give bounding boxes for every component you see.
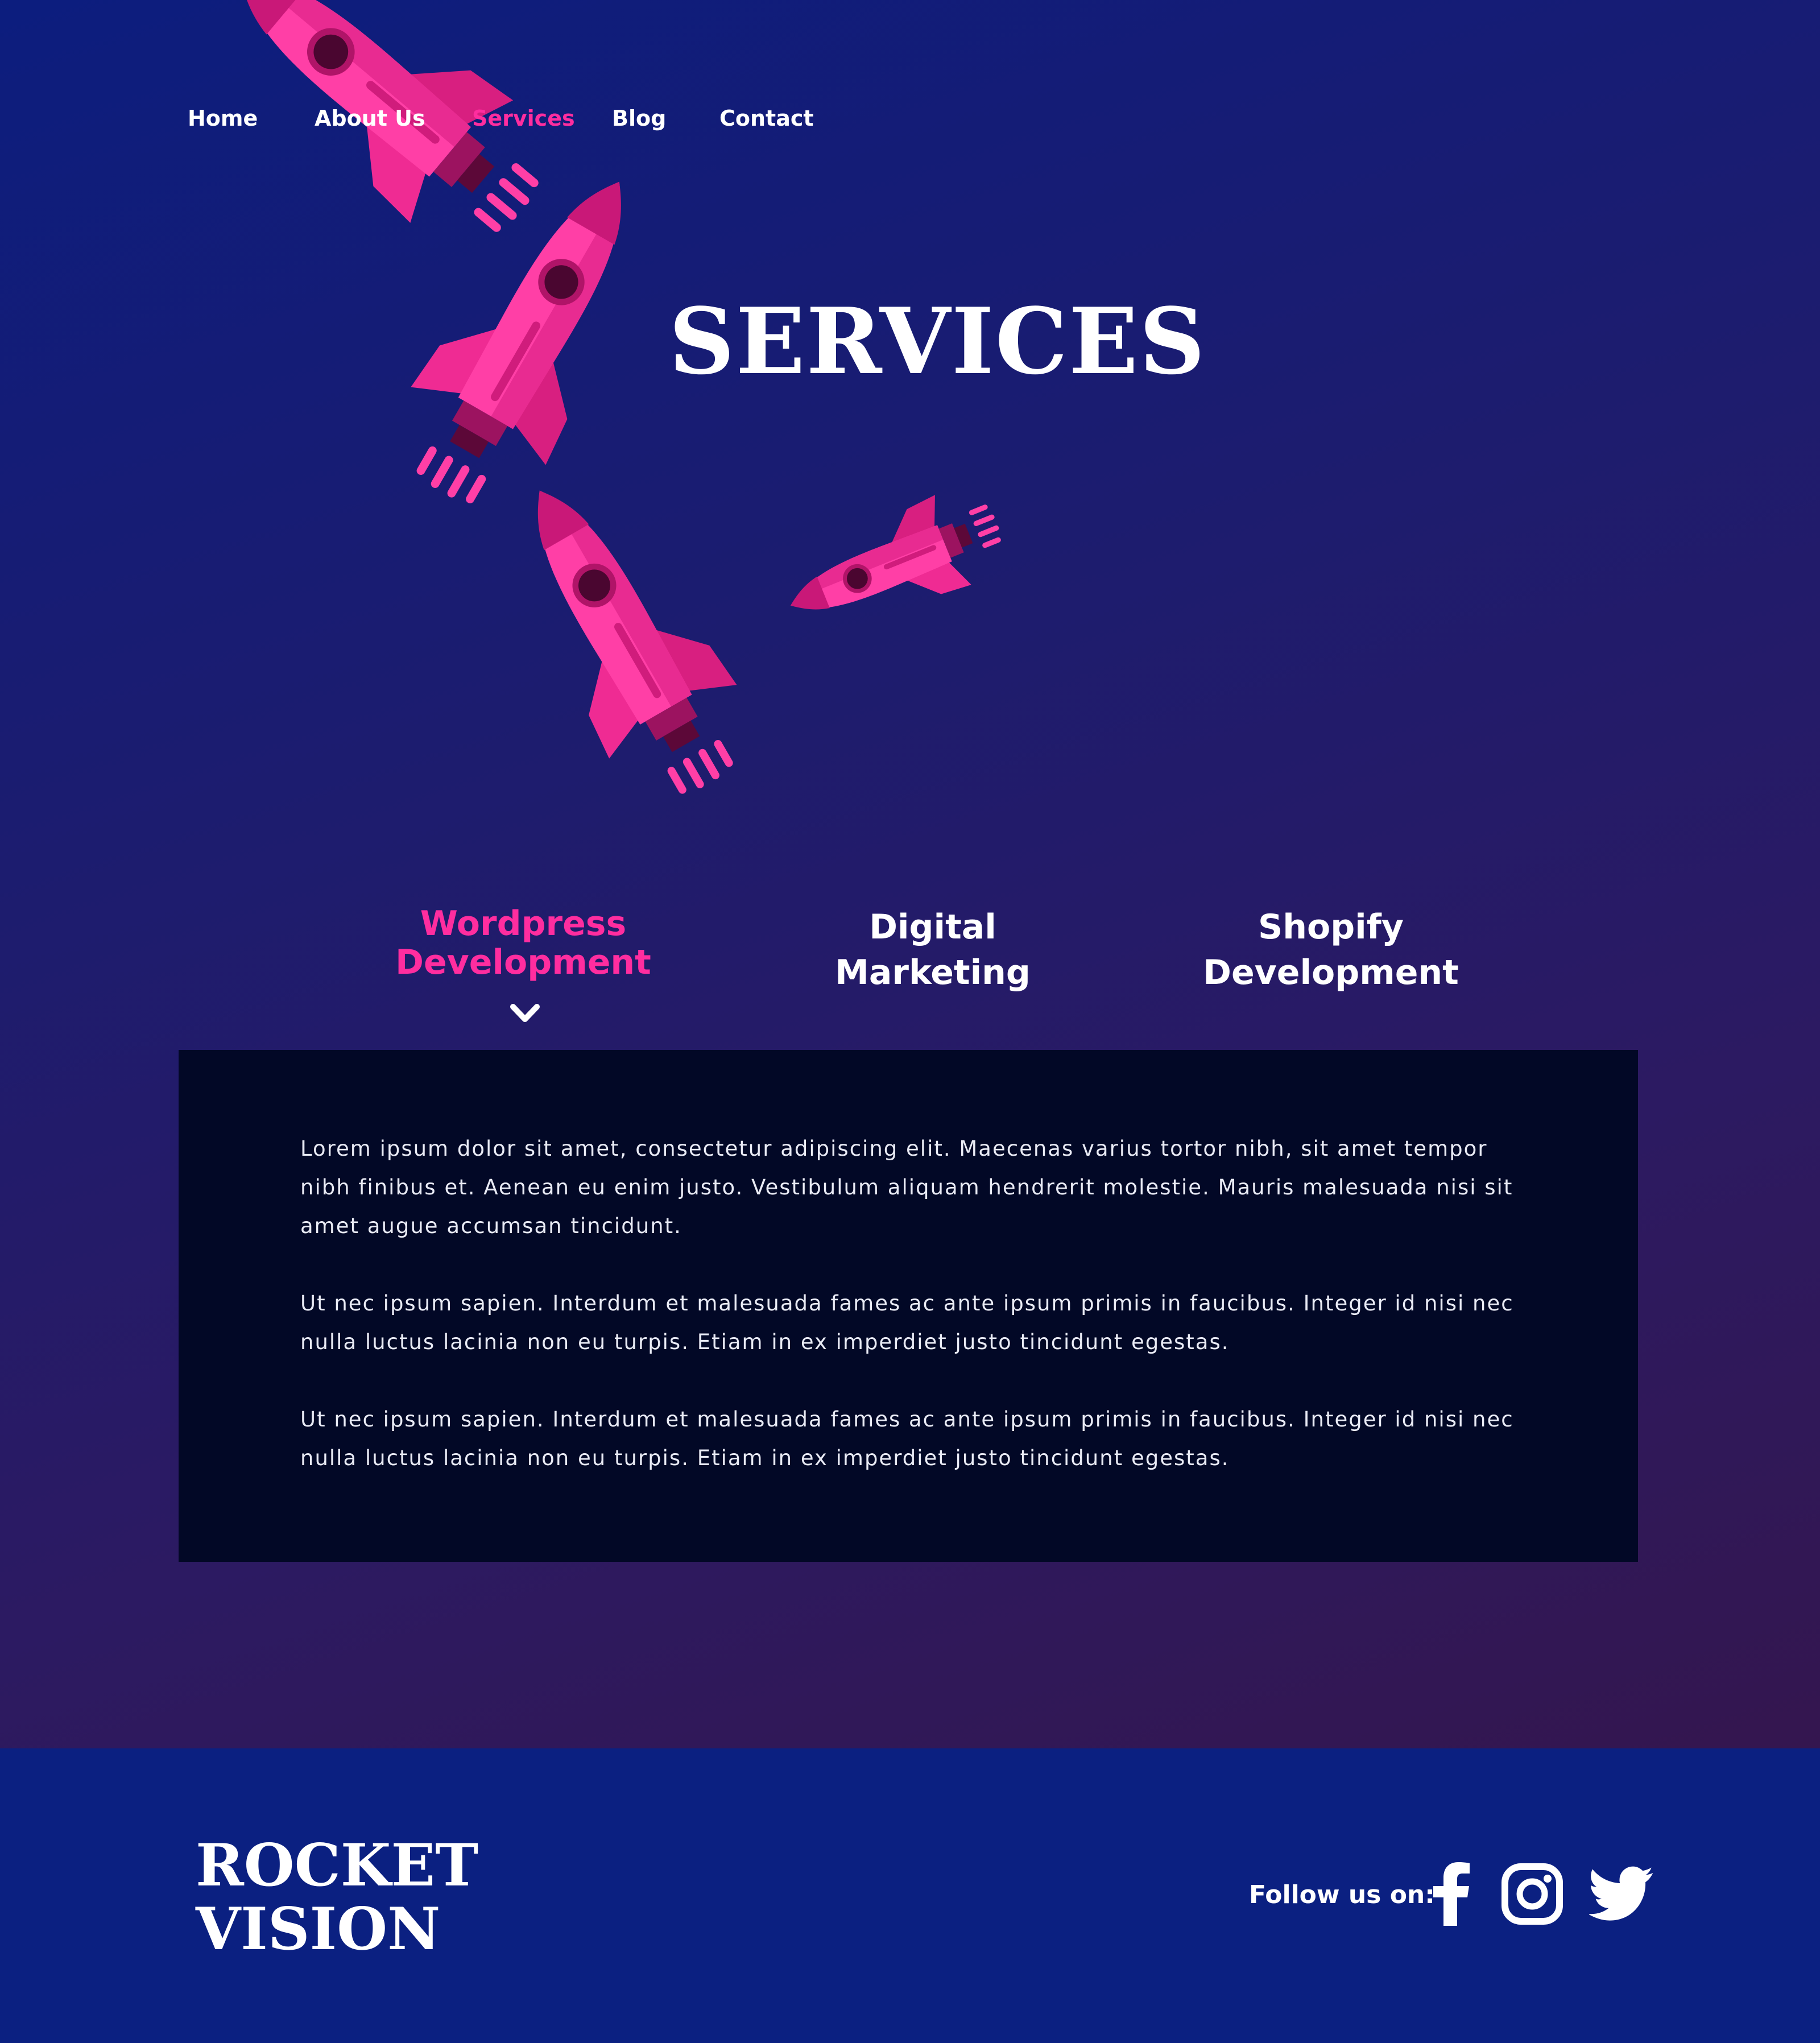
tab-label-line1: Shopify	[1258, 907, 1404, 947]
follow-us-label: Follow us on:	[1249, 1880, 1435, 1909]
nav-item-contact[interactable]: Contact	[719, 106, 814, 131]
panel-paragraph: Lorem ipsum dolor sit amet, consectetur …	[300, 1136, 1513, 1238]
page-title: SERVICES	[669, 288, 1206, 395]
instagram-icon[interactable]	[1500, 1862, 1564, 1926]
page: Home About Us Services Blog Contact SERV…	[0, 0, 1820, 2043]
chevron-down-icon	[510, 1004, 540, 1022]
tab-label-line1: Digital	[869, 907, 996, 947]
tab-content-panel: Lorem ipsum dolor sit amet, consectetur …	[179, 1050, 1638, 1562]
tab-digital-marketing[interactable]: Digital Marketing	[785, 904, 1081, 995]
tab-shopify-development[interactable]: Shopify Development	[1183, 904, 1479, 995]
tab-wordpress-development[interactable]: Wordpress Development	[375, 904, 671, 982]
facebook-icon[interactable]	[1428, 1862, 1473, 1926]
tab-label-line2: Marketing	[835, 953, 1031, 992]
panel-paragraph: Ut nec ipsum sapien. Interdum et malesua…	[300, 1407, 1514, 1470]
nav-item-blog[interactable]: Blog	[612, 106, 666, 131]
footer: ROCKET VISION Follow us on:	[0, 1748, 1820, 2043]
tab-label-line1: Wordpress	[420, 904, 627, 944]
hero-section: Home About Us Services Blog Contact SERV…	[0, 0, 1820, 1748]
panel-paragraph: Ut nec ipsum sapien. Interdum et malesua…	[300, 1291, 1514, 1354]
twitter-icon[interactable]	[1589, 1862, 1654, 1926]
nav-item-about-us[interactable]: About Us	[315, 106, 425, 131]
brand-line: ROCKET	[196, 1831, 479, 1900]
rockets-illustration	[188, 0, 1015, 796]
brand-line: VISION	[196, 1895, 441, 1963]
tab-label-line2: Development	[395, 942, 651, 982]
footer-brand-logo[interactable]: ROCKET VISION	[196, 1834, 478, 1961]
nav-item-home[interactable]: Home	[188, 106, 258, 131]
nav-item-services[interactable]: Services	[472, 106, 575, 131]
tab-label-line2: Development	[1203, 953, 1459, 992]
